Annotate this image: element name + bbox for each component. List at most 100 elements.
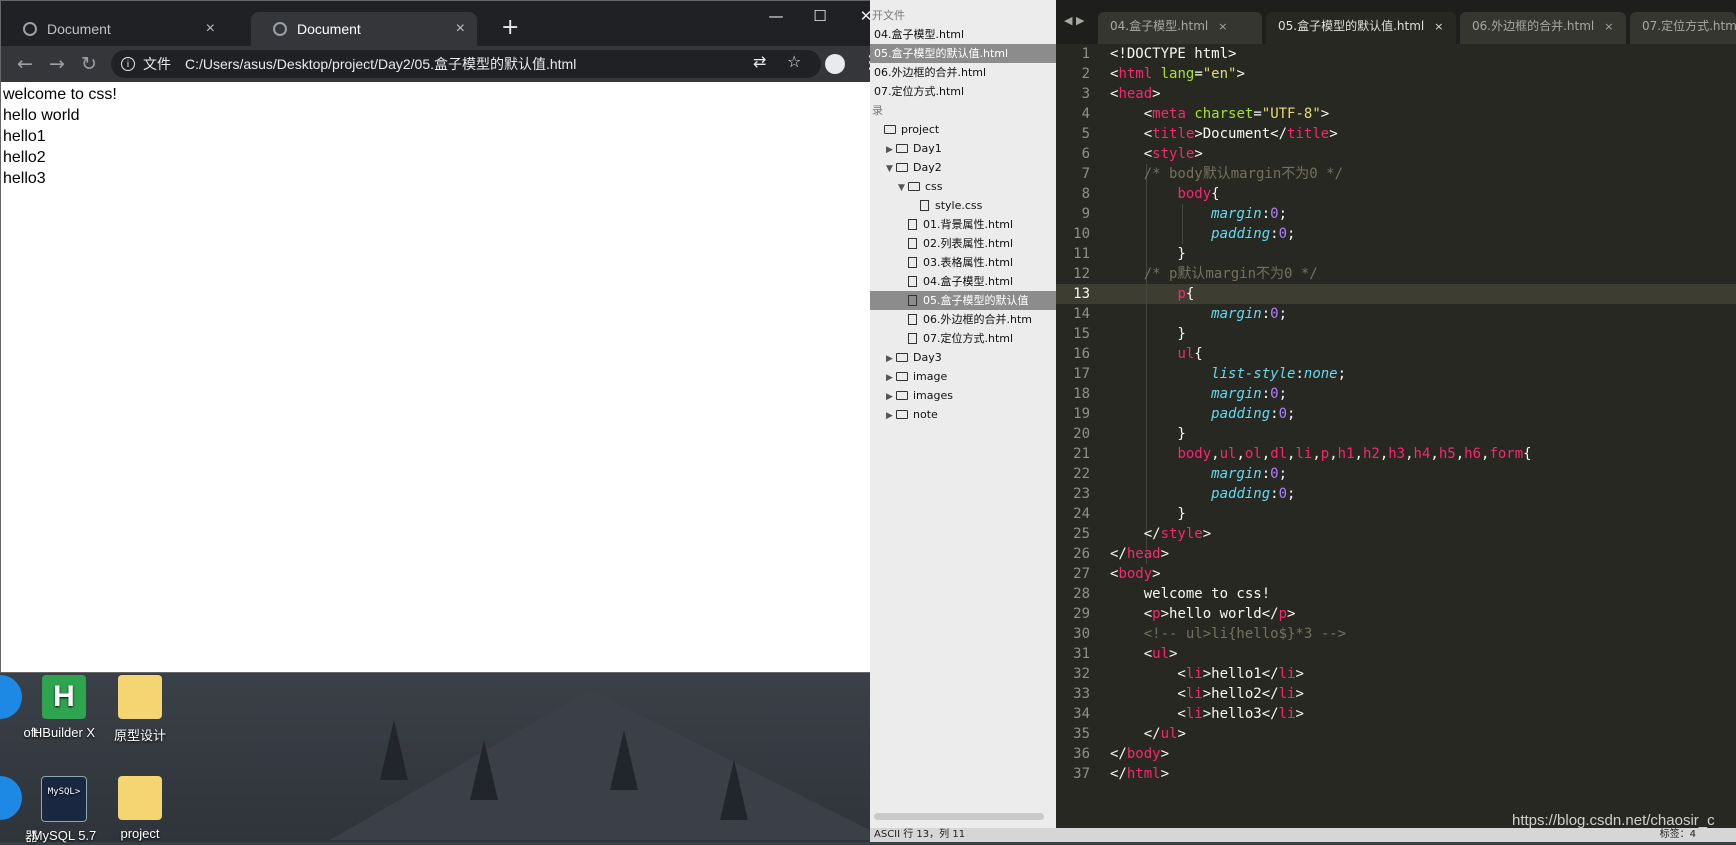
code-line[interactable]: ul{ xyxy=(1110,344,1736,364)
sidebar-open-file[interactable]: 05.盒子模型的默认值.html xyxy=(870,44,1056,63)
code-line[interactable]: </html> xyxy=(1110,764,1736,784)
forward-icon[interactable]: → xyxy=(41,53,73,75)
code-line[interactable]: body{ xyxy=(1110,184,1736,204)
code-line[interactable]: } xyxy=(1110,244,1736,264)
code-line[interactable]: body,ul,ol,dl,li,p,h1,h2,h3,h4,h5,h6,for… xyxy=(1110,444,1736,464)
code-line[interactable]: margin:0; xyxy=(1110,204,1736,224)
star-icon[interactable]: ☆ xyxy=(787,52,801,71)
code-line[interactable]: padding:0; xyxy=(1110,484,1736,504)
code-line[interactable]: <!DOCTYPE html> xyxy=(1110,44,1736,64)
sidebar-open-file[interactable]: 06.外边框的合并.html xyxy=(870,63,1056,82)
code-line[interactable]: </head> xyxy=(1110,544,1736,564)
code-line[interactable]: <li>hello1</li> xyxy=(1110,664,1736,684)
code-line[interactable]: margin:0; xyxy=(1110,304,1736,324)
code-line[interactable]: /* body默认margin不为0 */ xyxy=(1110,164,1736,184)
sidebar-file[interactable]: 02.列表属性.html xyxy=(870,234,1056,253)
sidebar-folder[interactable]: ▶ note xyxy=(870,405,1056,424)
sidebar-file[interactable]: 04.盒子模型.html xyxy=(870,272,1056,291)
chevron-down-icon[interactable]: ▼ xyxy=(898,179,908,196)
address-url[interactable]: C:/Users/asus/Desktop/project/Day2/05.盒子… xyxy=(185,54,576,74)
code-token: li xyxy=(1185,666,1203,682)
reload-icon[interactable]: ↻ xyxy=(73,53,105,75)
code-area[interactable]: <!DOCTYPE html> <html lang="en"> <head> <m… xyxy=(1110,44,1736,784)
code-line[interactable]: </body> xyxy=(1110,744,1736,764)
sidebar-file[interactable]: 05.盒子模型的默认值 xyxy=(870,291,1056,310)
code-editor: ◀ ▶ 04.盒子模型.html × 05.盒子模型的默认值.html × 06.外… xyxy=(1056,0,1736,842)
code-line[interactable]: <html lang="en"> xyxy=(1110,64,1736,84)
code-line[interactable]: </ul> xyxy=(1110,724,1736,744)
back-icon[interactable]: ← xyxy=(9,53,41,75)
code-line[interactable]: padding:0; xyxy=(1110,404,1736,424)
chevron-right-icon[interactable]: ▶ xyxy=(886,141,896,158)
sidebar-file[interactable]: 06.外边框的合并.htm xyxy=(870,310,1056,329)
new-tab-button[interactable]: + xyxy=(501,15,519,40)
desktop-icon-hbuilder[interactable]: H HBuilder X xyxy=(24,675,104,740)
chevron-down-icon[interactable]: ▼ xyxy=(886,160,896,177)
desktop-icon-project[interactable]: project xyxy=(100,776,180,841)
close-tab-icon[interactable]: × xyxy=(456,20,465,38)
chevron-right-icon[interactable]: ▶ xyxy=(886,407,896,424)
close-tab-icon[interactable]: × xyxy=(206,20,215,38)
profile-avatar-icon[interactable] xyxy=(825,54,845,74)
code-line[interactable]: p{ xyxy=(1110,284,1736,304)
sidebar-file[interactable]: 01.背景属性.html xyxy=(870,215,1056,234)
code-line[interactable]: <ul> xyxy=(1110,644,1736,664)
sidebar-folder[interactable]: project xyxy=(870,120,1056,139)
sidebar-folder[interactable]: ▼ css xyxy=(870,177,1056,196)
chevron-right-icon[interactable]: ▶ xyxy=(886,369,896,386)
code-line[interactable]: /* p默认margin不为0 */ xyxy=(1110,264,1736,284)
tab-nav-arrows-icon[interactable]: ◀ ▶ xyxy=(1064,14,1084,27)
code-line[interactable]: <li>hello3</li> xyxy=(1110,704,1736,724)
sidebar-file[interactable]: style.css xyxy=(870,196,1056,215)
close-icon[interactable]: × xyxy=(1604,20,1613,33)
info-icon[interactable]: i xyxy=(121,57,135,71)
editor-tab[interactable]: 06.外边框的合并.html × xyxy=(1460,12,1626,44)
editor-tab[interactable]: 04.盒子模型.html × xyxy=(1098,12,1262,44)
address-bar[interactable]: i 文件 C:/Users/asus/Desktop/project/Day2/… xyxy=(111,50,821,78)
code-line[interactable]: } xyxy=(1110,504,1736,524)
code-line[interactable]: <head> xyxy=(1110,84,1736,104)
code-line[interactable]: <meta charset="UTF-8"> xyxy=(1110,104,1736,124)
minimize-button[interactable]: — xyxy=(761,7,791,25)
line-number: 33 xyxy=(1073,686,1090,702)
desktop-icon-prototype[interactable]: 原型设计 xyxy=(100,675,180,744)
sidebar-folder[interactable]: ▼ Day2 xyxy=(870,158,1056,177)
translate-icon[interactable]: ⇄ xyxy=(753,52,766,71)
line-number: 1 xyxy=(1081,46,1090,62)
editor-tab-active[interactable]: 05.盒子模型的默认值.html × xyxy=(1266,12,1456,44)
code-line[interactable]: <body> xyxy=(1110,564,1736,584)
code-line[interactable]: </style> xyxy=(1110,524,1736,544)
sidebar-open-file[interactable]: 04.盒子模型.html xyxy=(870,25,1056,44)
sidebar-folder[interactable]: ▶ Day3 xyxy=(870,348,1056,367)
code-line[interactable]: margin:0; xyxy=(1110,384,1736,404)
chevron-right-icon[interactable]: ▶ xyxy=(886,350,896,367)
sidebar-scrollbar[interactable] xyxy=(874,813,1044,820)
code-line[interactable]: <title>Document</title> xyxy=(1110,124,1736,144)
code-line[interactable]: <!-- ul>li{hello$}*3 --> xyxy=(1110,624,1736,644)
sidebar-folder[interactable]: ▶ Day1 xyxy=(870,139,1056,158)
code-line[interactable]: } xyxy=(1110,424,1736,444)
editor-tab[interactable]: 07.定位方式.html× xyxy=(1630,12,1736,44)
browser-tab-active[interactable]: Document × xyxy=(251,12,477,46)
desktop-icon-mysql[interactable]: MySQL> MySQL 5.7 xyxy=(24,776,104,843)
sidebar-open-file[interactable]: 07.定位方式.html xyxy=(870,82,1056,101)
chevron-right-icon[interactable]: ▶ xyxy=(886,388,896,405)
code-line[interactable]: welcome to css! xyxy=(1110,584,1736,604)
sidebar-folder[interactable]: ▶ images xyxy=(870,386,1056,405)
sidebar-folder[interactable]: ▶ image xyxy=(870,367,1056,386)
code-token: </ xyxy=(1110,746,1127,762)
browser-tab[interactable]: Document × xyxy=(1,12,227,46)
code-line[interactable]: margin:0; xyxy=(1110,464,1736,484)
maximize-button[interactable]: ☐ xyxy=(805,7,835,25)
close-icon[interactable]: × xyxy=(1218,20,1227,33)
tab-size-indicator[interactable]: 标签：4 xyxy=(1660,828,1696,842)
sidebar-file[interactable]: 07.定位方式.html xyxy=(870,329,1056,348)
code-line[interactable]: <li>hello2</li> xyxy=(1110,684,1736,704)
close-icon[interactable]: × xyxy=(1434,20,1443,33)
code-line[interactable]: <p>hello world</p> xyxy=(1110,604,1736,624)
code-line[interactable]: list-style:none; xyxy=(1110,364,1736,384)
code-line[interactable]: padding:0; xyxy=(1110,224,1736,244)
code-line[interactable]: } xyxy=(1110,324,1736,344)
sidebar-file[interactable]: 03.表格属性.html xyxy=(870,253,1056,272)
code-line[interactable]: <style> xyxy=(1110,144,1736,164)
